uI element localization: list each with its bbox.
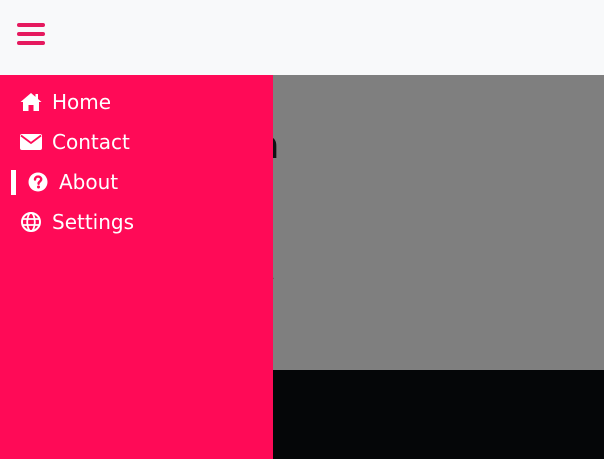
sidebar-item-label: Contact bbox=[52, 130, 130, 154]
sidebar-item-label: Settings bbox=[52, 210, 135, 234]
active-indicator bbox=[11, 170, 16, 195]
sidebar-item-home[interactable]: Home bbox=[0, 82, 273, 122]
sidebar-nav-list: Home Contact About Settings bbox=[0, 75, 273, 242]
sidebar-item-about[interactable]: About bbox=[0, 162, 273, 202]
question-circle-icon bbox=[27, 171, 49, 193]
home-icon bbox=[20, 91, 42, 113]
envelope-icon bbox=[20, 131, 42, 153]
sidebar-item-settings[interactable]: Settings bbox=[0, 202, 273, 242]
sidebar-item-label: Home bbox=[52, 90, 112, 114]
side-navigation: Home Contact About Settings bbox=[0, 75, 273, 459]
globe-icon bbox=[20, 211, 42, 233]
hamburger-menu-icon[interactable] bbox=[17, 22, 45, 46]
sidebar-item-label: About bbox=[59, 170, 119, 194]
hamburger-line bbox=[17, 41, 45, 45]
sidebar-item-contact[interactable]: Contact bbox=[0, 122, 273, 162]
top-navbar bbox=[0, 0, 604, 75]
hamburger-line bbox=[17, 23, 45, 27]
hamburger-line bbox=[17, 32, 45, 36]
